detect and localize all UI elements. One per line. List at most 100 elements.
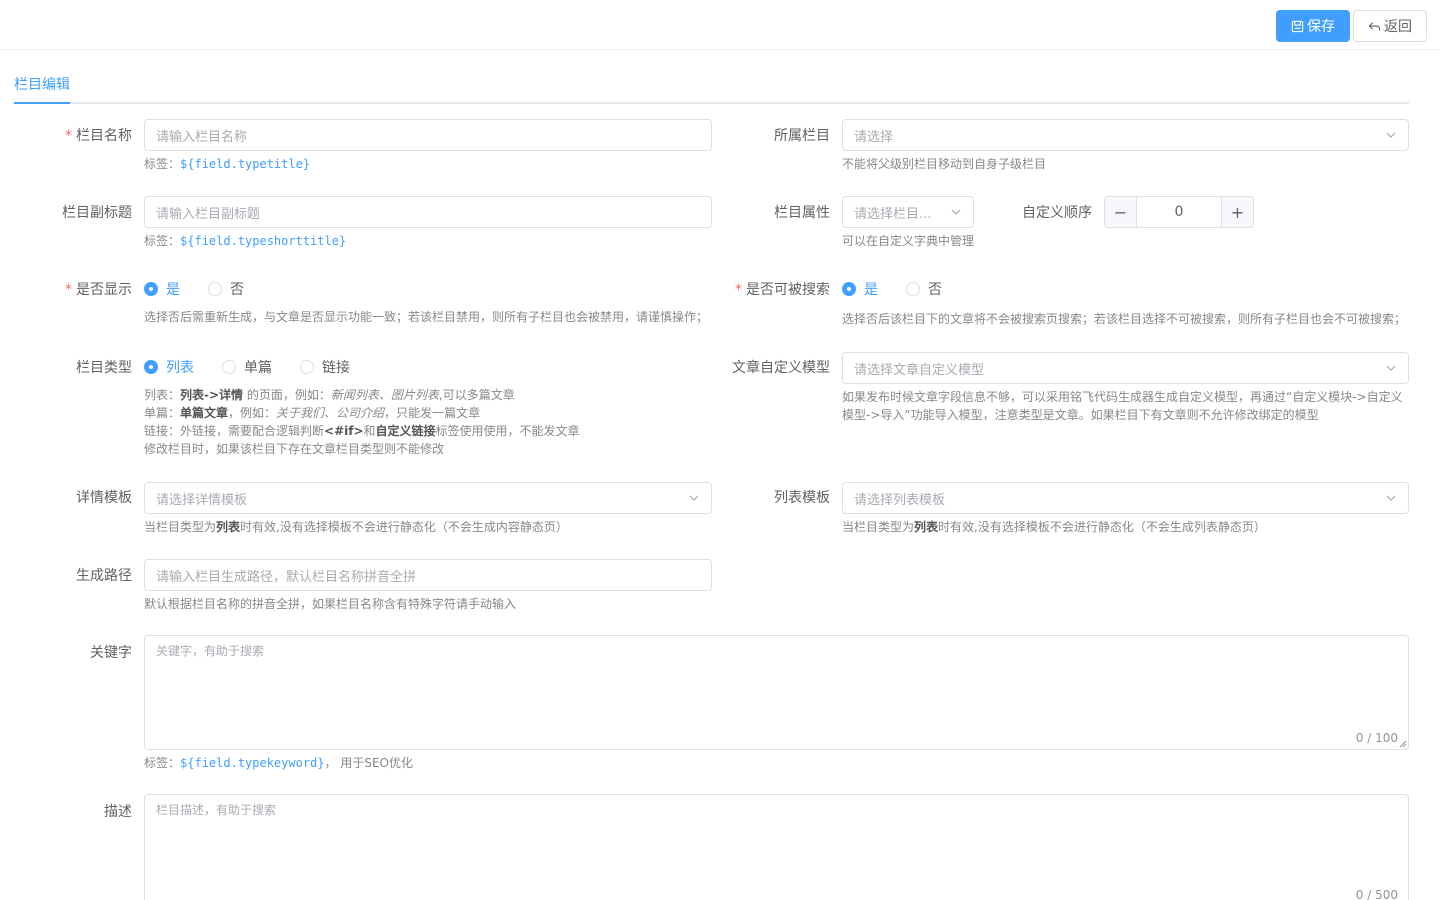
back-button[interactable]: 返回 xyxy=(1353,10,1427,42)
list-tpl-tip: 当栏目类型为列表时有效,没有选择模板不会进行静态化（不会生成列表静态页） xyxy=(842,520,1266,534)
desc-label: 描述 xyxy=(104,804,132,820)
model-tip-line1: 如果发布时候文章字段信息不够，可以采用铭飞代码生成器生成自定义模型，再通过“自定… xyxy=(842,390,1403,404)
type-radio-single[interactable]: 单篇 xyxy=(222,357,272,377)
searchable-label: * 是否可被搜索 xyxy=(720,279,830,299)
parent-tip: 不能将父级别栏目移动到自身子级栏目 xyxy=(842,157,1047,171)
parent-label: 所属栏目 xyxy=(774,128,830,144)
path-placeholder: 请输入栏目生成路径，默认栏目名称拼音全拼 xyxy=(156,569,417,585)
show-radio-group: 是 否 xyxy=(144,279,272,299)
subtitle-tag-code: ${field.typeshorttitle} xyxy=(180,234,347,248)
model-tip-line2: 模型->导入”功能导入模型，注意类型是文章。如果栏目下有文章则不允许修改绑定的模… xyxy=(842,408,1319,422)
detail-tpl-placeholder: 请选择详情模板 xyxy=(156,492,248,508)
radio-dot xyxy=(144,360,158,374)
subtitle-input[interactable]: 请输入栏目副标题 xyxy=(144,196,712,228)
save-button[interactable]: 保存 xyxy=(1276,10,1350,42)
radio-dot xyxy=(144,282,158,296)
save-icon xyxy=(1291,20,1304,32)
path-label: 生成路径 xyxy=(76,568,132,584)
radio-label: 列表 xyxy=(166,360,194,376)
name-label-text: 栏目名称 xyxy=(76,128,132,144)
name-label: * 栏目名称 xyxy=(40,125,132,145)
searchable-radio-no[interactable]: 否 xyxy=(906,279,942,299)
name-placeholder: 请输入栏目名称 xyxy=(156,129,248,145)
decrement-button[interactable]: − xyxy=(1105,197,1137,227)
detail-tpl-select[interactable]: 请选择详情模板 xyxy=(144,482,712,514)
path-tip: 默认根据栏目名称的拼音全拼，如果栏目名称含有特殊字符请手动输入 xyxy=(144,597,517,611)
subtitle-placeholder: 请输入栏目副标题 xyxy=(156,206,261,222)
radio-dot xyxy=(842,282,856,296)
radio-label: 否 xyxy=(928,282,942,298)
desc-textarea[interactable]: 栏目描述，有助于搜索 0 / 500 xyxy=(144,794,1409,900)
type-tip-modify: 修改栏目时，如果该栏目下存在文章栏目类型则不能修改 xyxy=(144,442,445,456)
radio-dot xyxy=(906,282,920,296)
chevron-down-icon xyxy=(951,209,961,215)
order-value[interactable]: 0 xyxy=(1137,197,1221,227)
keyword-label: 关键字 xyxy=(90,645,132,661)
radio-label: 是 xyxy=(864,282,878,298)
tab-bar: 栏目编辑 xyxy=(14,62,1409,104)
searchable-label-text: 是否可被搜索 xyxy=(746,282,830,298)
keyword-tag-code: ${field.typekeyword} xyxy=(180,756,325,770)
name-input[interactable]: 请输入栏目名称 xyxy=(144,119,712,151)
chevron-down-icon xyxy=(689,495,699,501)
required-mark: * xyxy=(65,282,72,298)
chevron-down-icon xyxy=(1386,132,1396,138)
show-label: * 是否显示 xyxy=(40,279,132,299)
save-label: 保存 xyxy=(1307,19,1335,35)
order-label: 自定义顺序 xyxy=(1022,205,1092,221)
attr-label: 栏目属性 xyxy=(774,205,830,221)
radio-dot xyxy=(300,360,314,374)
type-radio-group: 列表 单篇 链接 xyxy=(144,357,378,377)
subtitle-tip: 标签：${field.typeshorttitle} xyxy=(144,234,347,248)
model-select[interactable]: 请选择文章自定义模型 xyxy=(842,352,1409,384)
attr-tip: 可以在自定义字典中管理 xyxy=(842,234,975,248)
desc-placeholder: 栏目描述，有助于搜索 xyxy=(156,803,277,817)
radio-label: 链接 xyxy=(322,360,350,376)
name-tag-code: ${field.typetitle} xyxy=(180,157,311,171)
show-label-text: 是否显示 xyxy=(76,282,132,298)
required-mark: * xyxy=(65,128,72,144)
name-tip: 标签：${field.typetitle} xyxy=(144,157,311,171)
searchable-radio-yes[interactable]: 是 xyxy=(842,279,878,299)
type-label: 栏目类型 xyxy=(76,360,132,376)
model-label: 文章自定义模型 xyxy=(732,360,830,376)
resize-handle-icon[interactable] xyxy=(1399,740,1407,748)
tab-column-edit[interactable]: 栏目编辑 xyxy=(14,74,70,94)
show-radio-yes[interactable]: 是 xyxy=(144,279,180,299)
type-radio-list[interactable]: 列表 xyxy=(144,357,194,377)
keyword-textarea[interactable]: 关键字，有助于搜索 0 / 100 xyxy=(144,635,1409,750)
parent-select[interactable]: 请选择 xyxy=(842,119,1409,151)
type-tip-link: 链接：外链接，需要配合逻辑判断<#if>和自定义链接标签使用使用，不能发文章 xyxy=(144,424,580,438)
path-input[interactable]: 请输入栏目生成路径，默认栏目名称拼音全拼 xyxy=(144,559,712,591)
detail-tpl-tip: 当栏目类型为列表时有效,没有选择模板不会进行静态化（不会生成内容静态页） xyxy=(144,520,568,534)
chevron-down-icon xyxy=(1386,495,1396,501)
desc-char-count: 0 / 500 xyxy=(1355,888,1398,900)
increment-button[interactable]: + xyxy=(1221,197,1253,227)
top-toolbar: 保存 返回 xyxy=(0,0,1440,50)
attr-select[interactable]: 请选择栏目... xyxy=(842,196,974,228)
keyword-placeholder: 关键字，有助于搜索 xyxy=(156,644,265,658)
radio-label: 是 xyxy=(166,282,180,298)
keyword-char-count: 0 / 100 xyxy=(1355,731,1398,745)
keyword-tip: 标签：${field.typekeyword}， 用于SEO优化 xyxy=(144,756,413,770)
type-tip-single: 单篇：单篇文章，例如：关于我们、公司介绍，只能发一篇文章 xyxy=(144,406,481,420)
list-tpl-select[interactable]: 请选择列表模板 xyxy=(842,482,1409,514)
radio-label: 否 xyxy=(230,282,244,298)
tab-active-indicator xyxy=(14,102,70,104)
type-radio-link[interactable]: 链接 xyxy=(300,357,350,377)
list-tpl-label: 列表模板 xyxy=(774,490,830,506)
parent-placeholder: 请选择 xyxy=(854,129,894,145)
searchable-radio-group: 是 否 xyxy=(842,279,970,299)
order-stepper[interactable]: − 0 + xyxy=(1104,196,1254,228)
detail-tpl-label: 详情模板 xyxy=(76,490,132,506)
show-tip: 选择否后需重新生成，与文章是否显示功能一致；若该栏目禁用，则所有子栏目也会被禁用… xyxy=(144,310,709,324)
radio-label: 单篇 xyxy=(244,360,272,376)
radio-dot xyxy=(208,282,222,296)
list-tpl-placeholder: 请选择列表模板 xyxy=(854,492,946,508)
subtitle-label: 栏目副标题 xyxy=(62,205,132,221)
show-radio-no[interactable]: 否 xyxy=(208,279,244,299)
back-arrow-icon xyxy=(1368,21,1381,31)
chevron-down-icon xyxy=(1386,365,1396,371)
type-tip-list: 列表：列表->详情 的页面，例如：新闻列表、图片列表,可以多篇文章 xyxy=(144,388,515,402)
model-placeholder: 请选择文章自定义模型 xyxy=(854,362,985,378)
